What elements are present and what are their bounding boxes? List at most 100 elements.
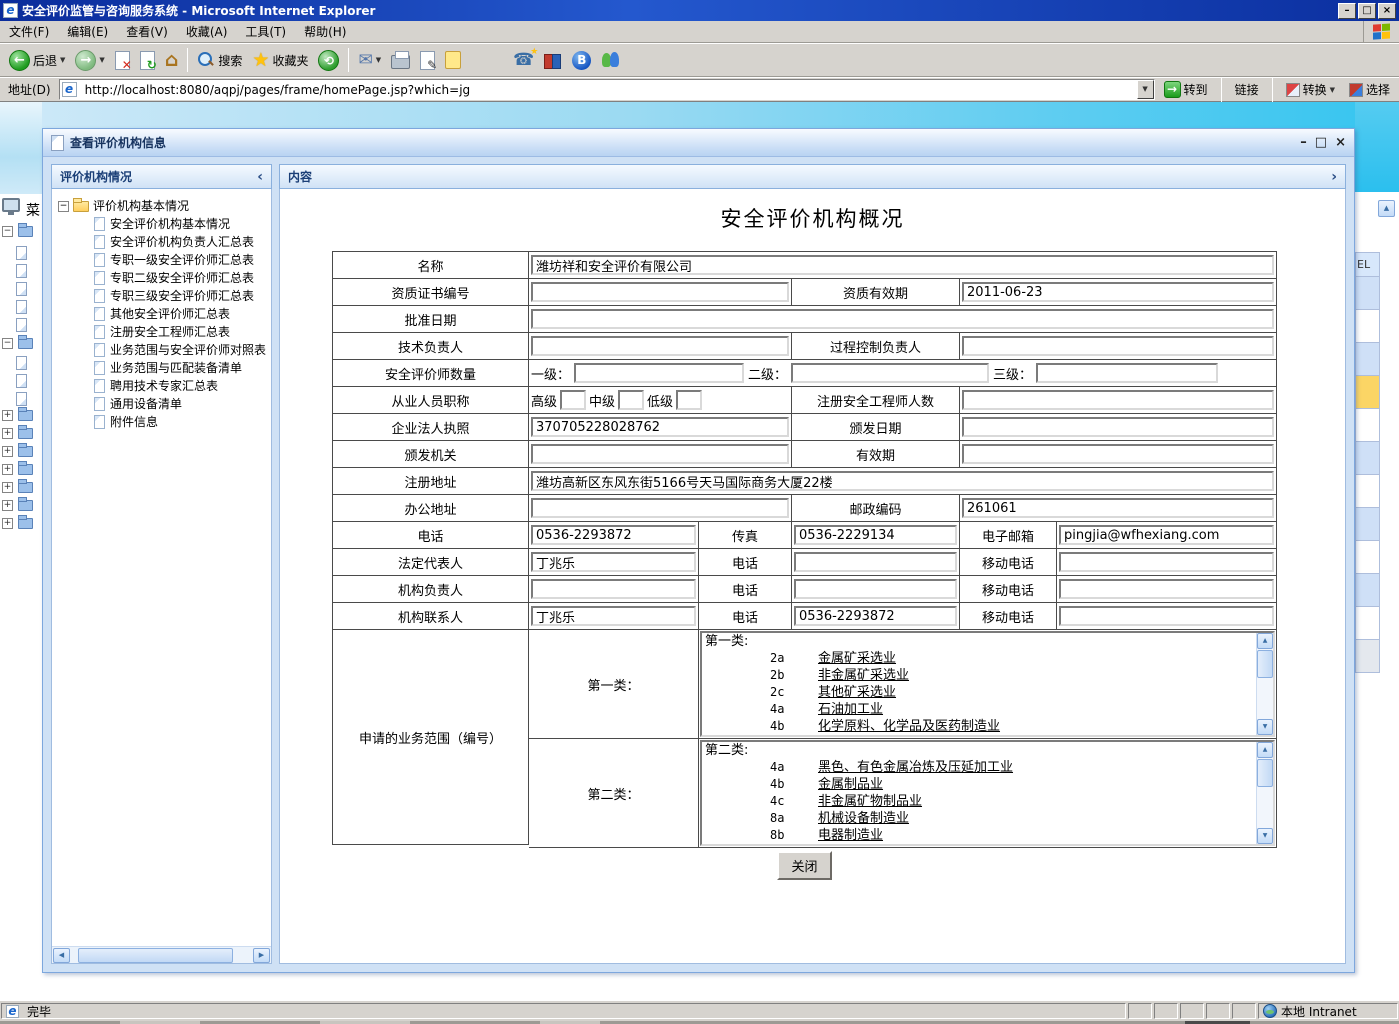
tree-item[interactable]: 附件信息	[58, 413, 271, 431]
listbox-item[interactable]: 4a 黑色、有色金属冶炼及压延加工业	[702, 759, 1273, 776]
menu-item[interactable]: 编辑(E)	[58, 20, 117, 43]
history-button[interactable]: ⟲	[313, 45, 344, 75]
phone-input[interactable]	[531, 525, 696, 545]
org-leader-phone-input[interactable]	[794, 579, 957, 599]
menu-item[interactable]: 查看(V)	[117, 20, 177, 43]
restore-button[interactable]: □	[1358, 3, 1376, 19]
listbox-scrollbar[interactable]: ▲ ▼	[1256, 742, 1273, 844]
listbox-item[interactable]: 4a 石油加工业	[702, 701, 1273, 718]
office-addr-input[interactable]	[531, 498, 789, 518]
favorites-button[interactable]: ★ 收藏夹	[247, 45, 313, 75]
org-leader-input[interactable]	[531, 579, 696, 599]
scroll-up-icon[interactable]: ▲	[1257, 742, 1273, 758]
forward-button[interactable]: → ▼	[70, 45, 109, 75]
listbox-item[interactable]: 2b 非金属矿采选业	[702, 667, 1273, 684]
select-button[interactable]: 选择	[1344, 80, 1395, 99]
listbox-scrollbar[interactable]: ▲ ▼	[1256, 633, 1273, 735]
address-dropdown-icon[interactable]: ▼	[1137, 80, 1154, 99]
forward-dropdown-icon[interactable]: ▼	[99, 56, 104, 64]
refresh-button[interactable]: ↻	[135, 45, 160, 75]
minimize-button[interactable]: –	[1338, 3, 1356, 19]
research-button[interactable]	[539, 45, 567, 75]
middle-input[interactable]	[618, 390, 644, 410]
menu-item[interactable]: 收藏(A)	[177, 20, 237, 43]
legal-rep-input[interactable]	[531, 552, 696, 572]
scroll-left-icon[interactable]: ◀	[53, 948, 70, 963]
scrollbar-thumb[interactable]	[1257, 759, 1273, 787]
menu-item[interactable]: 工具(T)	[236, 20, 295, 43]
sidebar-hscrollbar[interactable]: ◀ ▶	[52, 946, 271, 963]
license-input[interactable]	[531, 417, 789, 437]
dialog-minimize-button[interactable]: –	[1300, 135, 1307, 150]
home-button[interactable]: ⌂	[160, 45, 184, 75]
collapse-icon[interactable]: ‹	[257, 169, 263, 185]
tree-item[interactable]: 业务范围与安全评价师对照表	[58, 341, 271, 359]
fax-input[interactable]	[794, 525, 957, 545]
valid-period-input[interactable]	[962, 444, 1274, 464]
bluetooth-button[interactable]: B	[567, 45, 596, 75]
tree-plus-icon[interactable]: +	[2, 410, 13, 421]
scroll-down-icon[interactable]: ▼	[1257, 719, 1273, 735]
tree-minus-icon[interactable]: −	[58, 201, 69, 212]
tree-root-node[interactable]: − 评价机构基本情况	[58, 197, 271, 215]
tree-item[interactable]: 安全评价机构负责人汇总表	[58, 233, 271, 251]
mail-dropdown-icon[interactable]: ▼	[376, 56, 381, 64]
name-input[interactable]	[531, 255, 1274, 275]
discuss-button[interactable]	[440, 45, 466, 75]
listbox-item[interactable]: 2c 其他矿采选业	[702, 684, 1273, 701]
reg-addr-input[interactable]	[531, 471, 1274, 491]
back-dropdown-icon[interactable]: ▼	[60, 56, 65, 64]
org-leader-mobile-input[interactable]	[1059, 579, 1274, 599]
links-button[interactable]: 链接	[1230, 80, 1264, 99]
stop-button[interactable]: ✕	[110, 45, 135, 75]
dialog-close-button[interactable]: ×	[1335, 135, 1346, 150]
process-ctrl-input[interactable]	[962, 336, 1274, 356]
contact-phone-input[interactable]	[794, 606, 957, 626]
junior-input[interactable]	[676, 390, 702, 410]
contact-mobile-input[interactable]	[1059, 606, 1274, 626]
category2-listbox[interactable]: 第二类: 4a 黑色、有色金属冶炼及压延加工业	[700, 740, 1275, 846]
category1-listbox[interactable]: 第一类: 2a 金属矿采选业	[700, 631, 1275, 737]
listbox-item[interactable]: 4b 化学原料、化学品及医药制造业	[702, 718, 1273, 735]
tech-leader-input[interactable]	[531, 336, 789, 356]
level1-input[interactable]	[574, 363, 744, 383]
listbox-item[interactable]: 8a 机械设备制造业	[702, 810, 1273, 827]
listbox-item[interactable]: 4c 非金属矿物制品业	[702, 793, 1273, 810]
dialog-maximize-button[interactable]: □	[1315, 135, 1327, 150]
close-form-button[interactable]: 关闭	[777, 851, 831, 880]
legal-rep-phone-input[interactable]	[794, 552, 957, 572]
convert-button[interactable]: 转换 ▼	[1281, 80, 1340, 99]
tree-item[interactable]: 聘用技术专家汇总表	[58, 377, 271, 395]
menu-item[interactable]: 文件(F)	[0, 20, 58, 43]
listbox-item[interactable]: 8b 电器制造业	[702, 827, 1273, 844]
messenger-phone-button[interactable]: ☎★	[508, 45, 539, 75]
menu-item[interactable]: 帮助(H)	[295, 20, 355, 43]
expand-icon[interactable]: ›	[1331, 169, 1337, 185]
mail-button[interactable]: ✉ ▼	[353, 45, 386, 75]
tree-item[interactable]: 安全评价机构基本情况	[58, 215, 271, 233]
scroll-down-icon[interactable]: ▼	[1257, 828, 1273, 844]
tree-item[interactable]: 注册安全工程师汇总表	[58, 323, 271, 341]
tree-item[interactable]: 专职二级安全评价师汇总表	[58, 269, 271, 287]
close-button[interactable]: ×	[1378, 3, 1396, 19]
approve-date-input[interactable]	[531, 309, 1274, 329]
issue-org-input[interactable]	[531, 444, 789, 464]
tree-item[interactable]: 通用设备清单	[58, 395, 271, 413]
scroll-right-icon[interactable]: ▶	[253, 948, 270, 963]
address-input[interactable]: e http://localhost:8080/aqpj/pages/frame…	[59, 79, 1155, 100]
edit-button[interactable]: ✎	[415, 45, 440, 75]
cert-valid-input[interactable]	[962, 282, 1274, 302]
issue-date-input[interactable]	[962, 417, 1274, 437]
tree-minus-icon[interactable]: −	[2, 338, 13, 349]
level2-input[interactable]	[791, 363, 989, 383]
cert-no-input[interactable]	[531, 282, 789, 302]
tree-item[interactable]: 专职三级安全评价师汇总表	[58, 287, 271, 305]
email-input[interactable]	[1059, 525, 1274, 545]
convert-dropdown-icon[interactable]: ▼	[1330, 86, 1335, 94]
tree-plus-icon[interactable]: +	[2, 428, 13, 439]
level3-input[interactable]	[1036, 363, 1218, 383]
messenger-button[interactable]	[596, 45, 626, 75]
tree-plus-icon[interactable]: +	[2, 464, 13, 475]
scrollbar-thumb[interactable]	[1257, 650, 1273, 678]
senior-input[interactable]	[560, 390, 586, 410]
